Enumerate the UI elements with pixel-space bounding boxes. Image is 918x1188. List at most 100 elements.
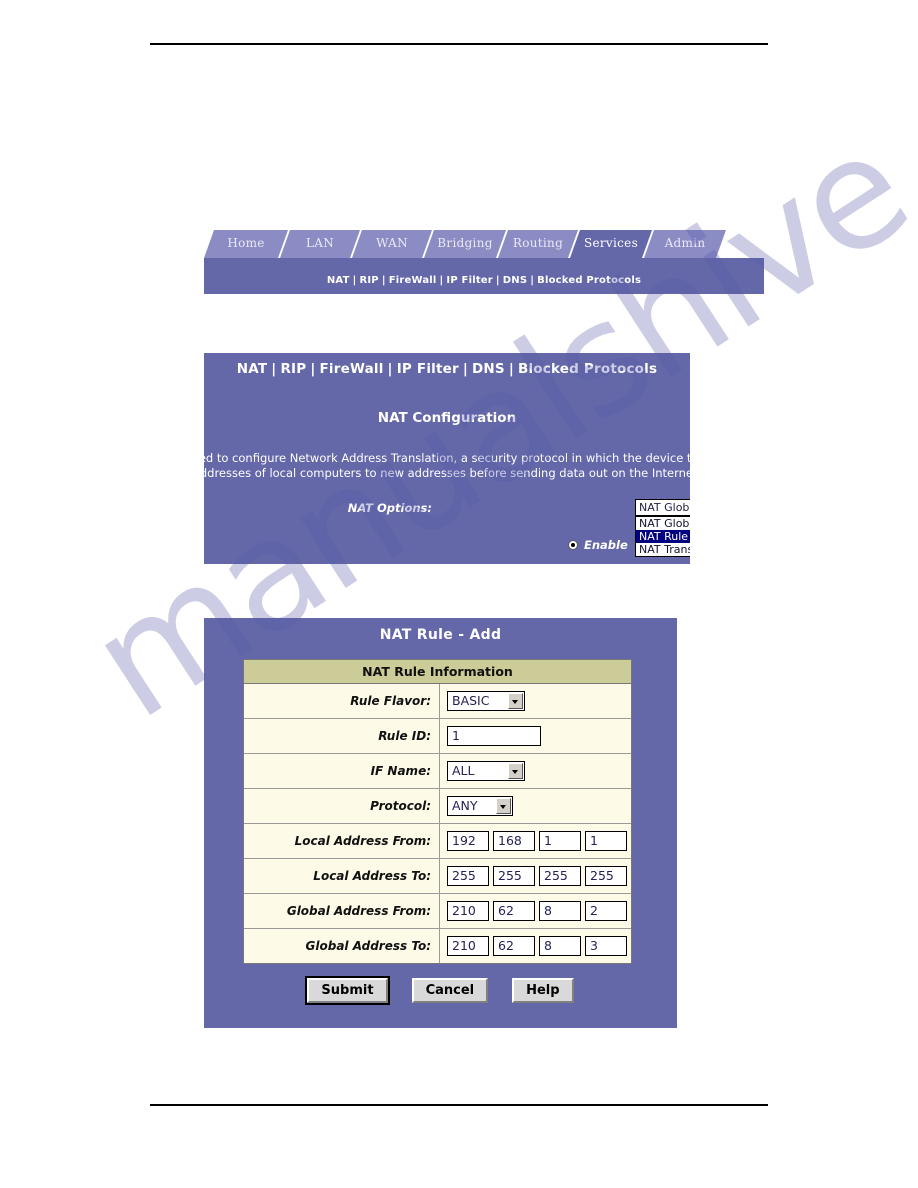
link-separator: |: [310, 361, 316, 377]
table-row: Local Address From: 192 168 1 1: [244, 824, 631, 859]
local-address-to-octet-1[interactable]: 255: [447, 866, 489, 886]
row-control-local-address-to: 255 255 255 255: [440, 859, 631, 893]
tab-label: Routing: [512, 236, 564, 250]
tab-home[interactable]: Home: [204, 230, 288, 258]
nat-options-dropdown-list[interactable]: NAT Global InfoNAT Rule EntryNAT Transla…: [635, 516, 690, 557]
nat-rule-information-table: NAT Rule Information Rule Flavor: BASIC Ru…: [243, 659, 632, 964]
tab-label: Bridging: [437, 236, 493, 250]
link-separator: |: [271, 361, 277, 377]
table-body: Rule Flavor: BASIC Rule ID: 1 IF Name: ALL Pro…: [244, 684, 631, 963]
row-label-if-name: IF Name:: [244, 754, 440, 788]
nat-options-select[interactable]: NAT Global Info: [635, 499, 690, 516]
link-separator: |: [352, 275, 357, 286]
rule-flavor-select[interactable]: BASIC: [447, 691, 525, 711]
chevron-down-icon[interactable]: [508, 763, 523, 779]
subnav-link-dns[interactable]: DNS: [503, 275, 527, 286]
rule-flavor-selected-value: BASIC: [452, 693, 490, 708]
local-address-to-octet-3[interactable]: 255: [539, 866, 581, 886]
global-address-from-octet-2[interactable]: 62: [493, 901, 535, 921]
global-address-to-octet-3[interactable]: 8: [539, 936, 581, 956]
tab-label: Home: [227, 236, 265, 250]
tab-label: Services: [583, 236, 639, 250]
row-control-rule-id: 1: [440, 719, 631, 753]
tab-admin[interactable]: Admin: [644, 230, 726, 258]
row-label-protocol: Protocol:: [244, 789, 440, 823]
subnav-link-ip-filter[interactable]: IP Filter: [446, 275, 493, 286]
global-address-to-octet-4[interactable]: 3: [585, 936, 627, 956]
link-separator: |: [439, 275, 444, 286]
page-header-rule: [150, 43, 768, 45]
nat-rule-add-title: NAT Rule - Add: [379, 627, 502, 643]
row-label-local-address-from: Local Address From:: [244, 824, 440, 858]
local-address-from-octet-1[interactable]: 192: [447, 831, 489, 851]
tab-routing[interactable]: Routing: [498, 230, 578, 258]
global-address-from-octet-1[interactable]: 210: [447, 901, 489, 921]
link-separator: |: [387, 361, 393, 377]
subnav-link-nat[interactable]: NAT: [327, 275, 350, 286]
tab-label: Admin: [664, 236, 706, 250]
services-subnav-links: NAT | RIP | FireWall | IP Filter | DNS | Blocked P…: [204, 258, 764, 304]
tab-label: LAN: [305, 236, 335, 250]
tab-services[interactable]: Services: [570, 230, 652, 258]
row-control-if-name: ALL: [440, 754, 631, 788]
local-address-to-octet-2[interactable]: 255: [493, 866, 535, 886]
link-separator: |: [495, 275, 500, 286]
subnav-link-blocked-protocols[interactable]: Blocked Protocols: [537, 275, 641, 286]
row-control-global-address-from: 210 62 8 2: [440, 894, 631, 928]
row-control-rule-flavor: BASIC: [440, 684, 631, 718]
tab-bridging[interactable]: Bridging: [424, 230, 506, 258]
local-address-from-octet-4[interactable]: 1: [585, 831, 627, 851]
global-address-from-octet-3[interactable]: 8: [539, 901, 581, 921]
row-control-protocol: ANY: [440, 789, 631, 823]
table-header: NAT Rule Information: [244, 660, 631, 684]
global-address-to-octet-1[interactable]: 210: [447, 936, 489, 956]
chevron-down-icon[interactable]: [508, 693, 523, 709]
row-label-local-address-to: Local Address To:: [244, 859, 440, 893]
dropdown-option-nat-rule-entry[interactable]: NAT Rule Entry: [636, 530, 690, 543]
table-row: IF Name: ALL: [244, 754, 631, 789]
table-row: Global Address To: 210 62 8 3: [244, 929, 631, 963]
enable-radio-button[interactable]: [568, 540, 578, 550]
subnav-link-firewall[interactable]: FireWall: [389, 275, 437, 286]
tab-wan[interactable]: WAN: [352, 230, 432, 258]
top-navigation: Home LAN WAN Bridging Routing Services Admin N…: [204, 230, 764, 294]
table-row: Global Address From: 210 62 8 2: [244, 894, 631, 929]
protocol-selected-value: ANY: [452, 798, 478, 813]
link-separator: |: [381, 275, 386, 286]
natnav-link-rip[interactable]: RIP: [280, 361, 306, 377]
tab-strip: Home LAN WAN Bridging Routing Services Admin: [204, 230, 764, 258]
nat-config-heading: NAT Configuration: [377, 410, 517, 426]
link-separator: |: [508, 361, 514, 377]
rule-id-input[interactable]: 1: [447, 726, 541, 746]
subnav-link-rip[interactable]: RIP: [359, 275, 378, 286]
nat-config-description: This page is used to configure Network A…: [204, 451, 690, 480]
dropdown-option-nat-global-info[interactable]: NAT Global Info: [636, 517, 690, 530]
submit-button[interactable]: Submit: [305, 976, 390, 1005]
natnav-link-firewall[interactable]: FireWall: [320, 361, 384, 377]
global-address-from-octet-4[interactable]: 2: [585, 901, 627, 921]
row-label-global-address-from: Global Address From:: [244, 894, 440, 928]
if-name-selected-value: ALL: [452, 763, 475, 778]
nat-rule-add-panel: NAT Rule - Add NAT Rule Information Rule…: [204, 618, 677, 1028]
help-button[interactable]: Help: [512, 978, 574, 1003]
local-address-from-octet-2[interactable]: 168: [493, 831, 535, 851]
local-address-from-octet-3[interactable]: 1: [539, 831, 581, 851]
natnav-link-dns[interactable]: DNS: [472, 361, 505, 377]
chevron-down-icon[interactable]: [496, 798, 511, 814]
tab-lan[interactable]: LAN: [280, 230, 360, 258]
nat-options-label: NAT Options:: [347, 501, 432, 515]
tab-label: WAN: [376, 236, 408, 250]
nat-options-selected-value: NAT Global Info: [639, 501, 690, 514]
table-row: Local Address To: 255 255 255 255: [244, 859, 631, 894]
if-name-select[interactable]: ALL: [447, 761, 525, 781]
local-address-to-octet-4[interactable]: 255: [585, 866, 627, 886]
natnav-link-ip-filter[interactable]: IP Filter: [397, 361, 459, 377]
cancel-button[interactable]: Cancel: [411, 978, 489, 1003]
natnav-link-blocked-protocols[interactable]: Blocked Protocols: [518, 361, 657, 377]
protocol-select[interactable]: ANY: [447, 796, 513, 816]
dropdown-option-nat-translations[interactable]: NAT Translations: [636, 543, 690, 556]
global-address-to-octet-2[interactable]: 62: [493, 936, 535, 956]
row-label-rule-flavor: Rule Flavor:: [244, 684, 440, 718]
natnav-link-nat[interactable]: NAT: [237, 361, 268, 377]
row-label-rule-id: Rule ID:: [244, 719, 440, 753]
